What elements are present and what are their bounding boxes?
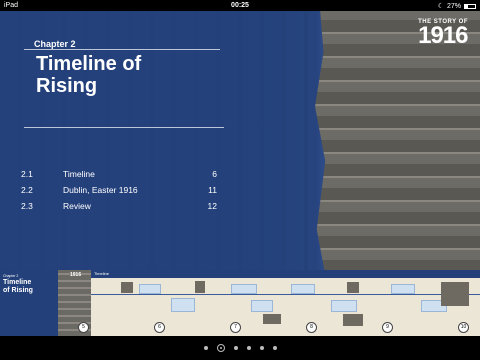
thumbnail-chapter-cover[interactable]: Chapter 2 Timeline of Rising	[0, 270, 58, 336]
chapter-title: Timeline of Rising	[36, 53, 236, 97]
thumbnail-page-number: 7	[230, 322, 241, 333]
status-right: ☾ 27%	[438, 2, 476, 10]
thumbnail-page-number: 5	[78, 322, 89, 333]
clock: 00:25	[231, 2, 249, 9]
page-indicator[interactable]	[0, 343, 480, 353]
timeline-photo	[343, 314, 363, 326]
chapter-title-line2: Rising	[36, 75, 98, 97]
book-page[interactable]: THE STORY OF 1916 Chapter 2 Timeline of …	[0, 11, 480, 284]
toc-label: Review	[63, 201, 91, 211]
page-dot[interactable]	[272, 346, 277, 350]
toc-page: 11	[208, 185, 217, 195]
thumbnail-logo: 1916	[70, 272, 82, 278]
timeline-photo	[441, 282, 469, 306]
thumbnail-title-line1: Timeline	[3, 279, 32, 286]
thumbnail-page-number: 6	[154, 322, 165, 333]
toc-label: Timeline	[63, 169, 95, 179]
battery-percent: 27%	[446, 2, 461, 10]
toc-item-review[interactable]: 2.3 Review 12	[21, 201, 217, 217]
page-dot[interactable]	[259, 346, 264, 350]
timeline-card	[391, 284, 415, 294]
thumbnail-timeline-label: Timeline	[94, 271, 109, 276]
toc-page: 6	[212, 169, 217, 179]
title-top-rule	[24, 49, 220, 50]
timeline-photo	[195, 281, 205, 293]
page-dot[interactable]	[203, 346, 208, 350]
logo-year: 1916	[418, 22, 468, 49]
thumbnail-chapter-title: Timeline of Rising	[3, 279, 33, 295]
toc-label: Dublin, Easter 1916	[63, 185, 138, 195]
title-bottom-rule	[24, 127, 224, 128]
thumbnail-page-number: 9	[382, 322, 393, 333]
timeline-photo	[347, 282, 359, 293]
timeline-card	[231, 284, 257, 294]
chapter-title-line1: Timeline of	[36, 53, 142, 75]
building-photo	[315, 11, 480, 284]
page-dot[interactable]	[246, 346, 251, 350]
toc-number: 2.1	[21, 169, 33, 179]
thumbnail-title-line2: of Rising	[3, 287, 33, 294]
timeline-line	[91, 294, 480, 295]
page-dot[interactable]	[233, 346, 238, 350]
table-of-contents: 2.1 Timeline 6 2.2 Dublin, Easter 1916 1…	[21, 169, 217, 217]
thumbnail-chapter-small: Chapter 2	[3, 274, 19, 278]
toc-item-dublin[interactable]: 2.2 Dublin, Easter 1916 11	[21, 185, 217, 201]
moon-icon: ☾	[437, 3, 444, 10]
toc-number: 2.2	[21, 185, 33, 195]
timeline-card	[171, 298, 195, 312]
timeline-card	[291, 284, 315, 294]
timeline-card	[251, 300, 273, 312]
thumbnail-timeline-pages[interactable]: Timeline	[91, 270, 480, 336]
timeline-card	[331, 300, 357, 312]
battery-icon	[464, 3, 476, 9]
thumbnail-timeline-header: Timeline	[91, 270, 480, 278]
story-logo: THE STORY OF 1916	[418, 19, 468, 49]
timeline-photo	[263, 314, 281, 324]
timeline-card	[139, 284, 161, 294]
status-bar: iPad 00:25 ☾ 27%	[0, 0, 480, 11]
page-dot-current[interactable]	[216, 344, 225, 352]
toc-number: 2.3	[21, 201, 33, 211]
timeline-photo	[121, 282, 133, 293]
thumbnail-page-number: 8	[306, 322, 317, 333]
toc-page: 12	[207, 201, 217, 211]
toc-item-timeline[interactable]: 2.1 Timeline 6	[21, 169, 217, 185]
thumbnail-page-number: 10	[458, 322, 469, 333]
chapter-label: Chapter 2	[34, 39, 76, 49]
page-thumbnail-strip[interactable]: Chapter 2 Timeline of Rising Timeline 19…	[0, 270, 480, 336]
